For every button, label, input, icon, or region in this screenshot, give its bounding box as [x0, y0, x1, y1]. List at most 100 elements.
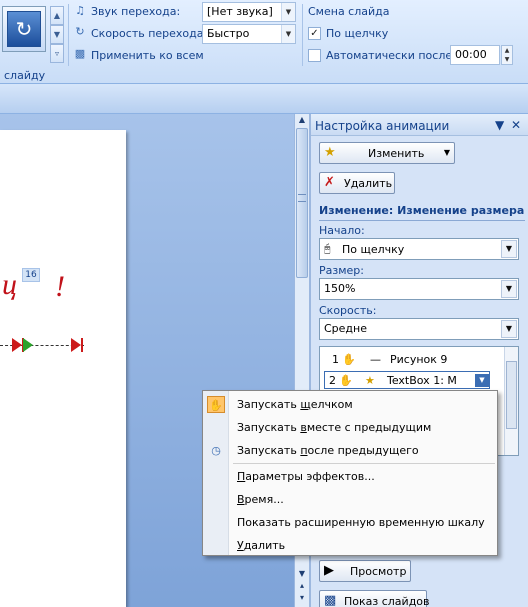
slide-text-fragment[interactable]: ц — [2, 268, 17, 302]
change-effect-label: Изменить — [368, 147, 425, 160]
menu-item-label: Удалить — [237, 539, 286, 552]
slide-canvas[interactable] — [0, 130, 126, 607]
list-item-selected[interactable]: 2 ✋ ★ TextBox 1: М ▼ — [324, 371, 490, 389]
speed-label: Скорость: — [319, 304, 377, 317]
mouse-icon: ✋ — [339, 374, 353, 387]
menu-item-remove[interactable]: Удалить — [203, 534, 497, 557]
item-order: 1 — [332, 353, 339, 366]
chevron-down-icon[interactable]: ▼ — [501, 240, 517, 258]
ribbon-separator — [68, 4, 69, 66]
item-name: Рисунок 9 — [390, 353, 448, 366]
delete-effect-button[interactable]: ✗ Удалить — [319, 172, 395, 194]
gallery-up-icon[interactable]: ▲ — [50, 6, 64, 25]
chevron-down-icon[interactable]: ▼ — [281, 25, 295, 43]
size-combo[interactable]: 150% ▼ — [319, 278, 519, 300]
time-spinner[interactable]: ▲ ▼ — [501, 45, 513, 65]
play-icon: ▶ — [324, 563, 334, 578]
next-slide-icon[interactable]: ▾ — [296, 592, 308, 604]
scroll-up-icon[interactable]: ▲ — [296, 114, 308, 126]
list-scrollbar[interactable] — [504, 347, 518, 455]
sound-icon: ♫ — [75, 4, 85, 17]
item-order: 2 — [329, 374, 336, 387]
gallery-more-icon[interactable]: ▿ — [50, 44, 64, 63]
preview-button[interactable]: ▶ Просмотр — [319, 560, 411, 582]
transition-sound-label: Звук перехода: — [91, 5, 181, 18]
mouse-icon: ✋ — [207, 396, 225, 413]
apply-all-button[interactable]: Применить ко всем — [91, 49, 204, 62]
pane-title: Настройка анимации — [315, 119, 450, 133]
slideshow-button[interactable]: ▩ Показ слайдов — [319, 590, 430, 607]
context-menu: ✋ Запускать щелчком Запускать вместе с п… — [202, 390, 498, 556]
auto-after-checkbox[interactable] — [308, 49, 321, 62]
size-label: Размер: — [319, 264, 364, 277]
gallery-scroll[interactable]: ▲ ▼ ▿ — [50, 6, 64, 64]
start-combo[interactable]: 🖰 По щелчку ▼ — [319, 238, 519, 260]
transition-speed-label: Скорость перехода: — [91, 27, 208, 40]
ribbon: ↻ ▲ ▼ ▿ ♫ Звук перехода: [Нет звука] ▼ ↻… — [0, 0, 528, 84]
chevron-down-icon: ▼ — [443, 148, 450, 157]
slideshow-icon: ▩ — [324, 593, 337, 607]
section-title: Изменение: Изменение размера — [319, 204, 525, 217]
menu-item-effect-options[interactable]: Параметры эффектов... — [203, 465, 497, 488]
transition-gallery-item[interactable]: ↻ — [2, 6, 46, 52]
pane-menu-icon[interactable]: ▼ — [495, 118, 504, 132]
menu-item-start-with-previous[interactable]: Запускать вместе с предыдущим — [203, 416, 497, 439]
scroll-thumb[interactable] — [296, 128, 308, 278]
on-click-label: По щелчку — [326, 27, 389, 40]
menu-item-show-advanced-timeline[interactable]: Показать расширенную временную шкалу — [203, 511, 497, 534]
change-effect-button[interactable]: ★ Изменить ▼ — [319, 142, 455, 164]
chevron-down-icon[interactable]: ▼ — [501, 280, 517, 298]
speed-value: Средне — [324, 322, 367, 335]
menu-item-label: Параметры эффектов... — [237, 470, 375, 483]
on-click-checkbox[interactable]: ✓ — [308, 27, 321, 40]
preview-label: Просмотр — [350, 565, 407, 578]
star-icon: ★ — [324, 145, 336, 160]
chevron-down-icon[interactable]: ▼ — [475, 374, 489, 387]
mouse-icon: 🖰 — [324, 242, 331, 255]
mouse-icon: ✋ — [342, 353, 356, 366]
transition-thumbnail-icon: ↻ — [7, 11, 41, 47]
close-icon[interactable]: ✕ — [511, 118, 521, 132]
size-value: 150% — [324, 282, 356, 295]
section-divider — [319, 220, 525, 221]
transition-speed-combo[interactable]: Быстро ▼ — [202, 24, 296, 44]
transition-speed-value: Быстро — [207, 27, 250, 40]
speed-icon: ↻ — [75, 25, 85, 38]
star-icon: ★ — [365, 374, 375, 387]
pane-header: Настройка анимации ▼ ✕ — [311, 114, 528, 136]
scroll-down-icon[interactable]: ▼ — [296, 568, 308, 580]
menu-separator — [233, 463, 495, 464]
ribbon-separator — [302, 4, 303, 66]
slide-exclamation[interactable]: ! — [55, 270, 65, 304]
chevron-down-icon[interactable]: ▼ — [501, 320, 517, 338]
menu-item-start-on-click[interactable]: ✋ Запускать щелчком — [203, 393, 497, 416]
delete-effect-label: Удалить — [344, 177, 393, 190]
start-value: По щелчку — [342, 243, 405, 256]
delete-icon: ✗ — [324, 175, 335, 190]
motion-end-icon — [71, 338, 81, 352]
scroll-grip — [298, 194, 306, 202]
transition-sound-value: [Нет звука] — [207, 5, 273, 18]
item-name: TextBox 1: М — [387, 374, 457, 387]
menu-item-label: Запускать щелчком — [237, 398, 353, 411]
ribbon-group-label: слайду — [4, 69, 46, 82]
advance-slide-title: Смена слайда — [308, 5, 390, 18]
menu-item-start-after-previous[interactable]: ◷ Запускать после предыдущего — [203, 439, 497, 462]
list-item[interactable]: 1 ✋ — Рисунок 9 — [324, 351, 490, 369]
chevron-down-icon[interactable]: ▼ — [281, 3, 295, 21]
start-label: Начало: — [319, 224, 365, 237]
menu-item-label: Показать расширенную временную шкалу — [237, 516, 485, 529]
transition-sound-combo[interactable]: [Нет звука] ▼ — [202, 2, 296, 22]
prev-slide-icon[interactable]: ▴ — [296, 580, 308, 592]
speed-combo[interactable]: Средне ▼ — [319, 318, 519, 340]
motion-end-icon — [12, 338, 22, 352]
auto-after-field[interactable]: 00:00 — [450, 45, 500, 65]
menu-item-timing[interactable]: Время... — [203, 488, 497, 511]
menu-item-label: Время... — [237, 493, 284, 506]
list-scroll-thumb[interactable] — [506, 361, 517, 429]
gallery-down-icon[interactable]: ▼ — [50, 25, 64, 44]
apply-all-icon: ▩ — [74, 47, 86, 60]
auto-after-label: Автоматически после: — [326, 49, 456, 62]
menu-item-label: Запускать после предыдущего — [237, 444, 419, 457]
ribbon-bottom-bar — [0, 84, 528, 114]
